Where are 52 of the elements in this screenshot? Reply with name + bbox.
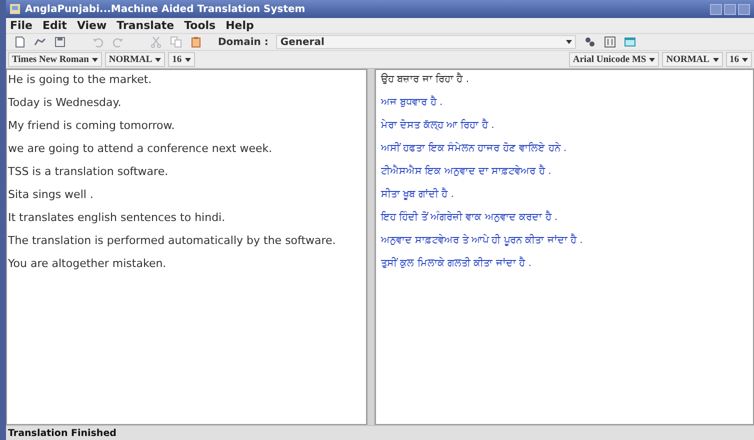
- source-sentence: Sita sings well .: [8, 188, 94, 201]
- caret-icon: [155, 58, 162, 62]
- source-sentence: He is going to the market.: [8, 73, 153, 86]
- menu-item[interactable]: Help: [224, 19, 255, 32]
- menu-item[interactable]: Tools: [183, 19, 217, 32]
- clipboard-icon[interactable]: [190, 36, 202, 48]
- translated-sentence: ਟੀਐਸਐਸ ਇਕ ਅਨੁਵਾਦ ਦਾ ਸਾਫ਼ਟਵੇਅਰ ਹੈ .: [380, 165, 552, 178]
- translated-sentence: ਅਜ ਬੁਧਵਾਰ ਹੈ .: [380, 96, 444, 109]
- document-icon[interactable]: [14, 36, 26, 48]
- translated-sentence: ਸੀਤਾ ਖੂਬ ਗਾਂਦੀ ਹੈ .: [380, 188, 455, 201]
- font-dropdown[interactable]: 16: [168, 52, 195, 67]
- caret-icon: [92, 58, 98, 62]
- menu-item[interactable]: Edit: [42, 19, 68, 32]
- translated-sentence: ਤੁਸੀਂ ਕੁਲ ਮਿਲਾਕੇ ਗਲਤੀ ਕੀਤਾ ਜਾਂਦਾ ਹੈ .: [380, 257, 532, 270]
- domain-label: Domain :: [218, 36, 268, 48]
- columns-icon[interactable]: [604, 36, 616, 48]
- window-title: AnglaPunjabi...Machine Aided Translation System: [25, 4, 306, 14]
- maximize-button[interactable]: [724, 4, 736, 14]
- floppy-icon[interactable]: [54, 36, 66, 48]
- menu-item[interactable]: View: [76, 19, 108, 32]
- source-sentence: TSS is a translation software.: [8, 165, 170, 178]
- menu-item[interactable]: Translate: [116, 19, 176, 32]
- source-sentence: It translates english sentences to hindi.: [8, 211, 226, 224]
- menu-item[interactable]: File: [9, 19, 34, 32]
- translated-sentence: ਅਸੀਂ ਹਫਤਾ ਇਕ ਸੰਮੇਲਨ ਹਾਜਰ ਹੋਣ ਵਾਲਿਏ ਹਨੇ .: [380, 142, 568, 155]
- font-dropdown[interactable]: Arial Unicode MS: [568, 52, 660, 67]
- caret-icon: [566, 40, 572, 44]
- source-sentence: The translation is performed automatically by the software.: [8, 234, 337, 247]
- font-dropdown[interactable]: NORMAL: [662, 52, 722, 67]
- caret-icon: [649, 58, 656, 62]
- translated-sentence: ਇਹ ਹਿੰਦੀ ਤੋਂ ਅੰਗਰੇਜ਼ੀ ਵਾਕ ਅਨੁਵਾਦ ਕਰਦਾ ਹੈ .: [380, 211, 559, 224]
- translated-sentence: ਅਨੁਵਾਦ ਸਾਫ਼ਟਵੇਅਰ ਤੇ ਆਪੇ ਹੀ ਪੂਰਨ ਕੀਤਾ ਜਾਂਦਾ ਹੈ .: [380, 234, 584, 247]
- window-icon[interactable]: [624, 36, 636, 48]
- translated-sentence: ਉਹ ਬਜ਼ਾਰ ਜਾ ਰਿਹਾ ਹੈ .: [380, 73, 470, 86]
- caret-icon: [742, 58, 748, 62]
- status-text: Translation Finished: [6, 425, 754, 440]
- source-sentence: we are going to attend a conference next week.: [8, 142, 274, 155]
- domain-dropdown[interactable]: General: [276, 35, 576, 49]
- minimize-button[interactable]: [710, 4, 722, 14]
- app-icon: [10, 4, 20, 14]
- source-text-pane[interactable]: [6, 69, 367, 425]
- translated-sentence: ਮੇਰਾ ਦੋਸਤ ਕੱਲ੍ਹ ਆ ਰਿਹਾ ਹੈ .: [380, 119, 496, 132]
- source-sentence: You are altogether mistaken.: [8, 257, 168, 270]
- source-sentence: Today is Wednesday.: [8, 96, 122, 109]
- font-dropdown[interactable]: 16: [726, 52, 752, 67]
- font-dropdown[interactable]: NORMAL: [104, 52, 166, 67]
- font-dropdown[interactable]: Times New Roman: [8, 52, 102, 67]
- caret-icon: [712, 58, 718, 62]
- close-button[interactable]: [738, 4, 750, 14]
- target-text-pane[interactable]: [375, 69, 754, 425]
- caret-icon: [184, 58, 191, 62]
- source-sentence: My friend is coming tomorrow.: [8, 119, 176, 132]
